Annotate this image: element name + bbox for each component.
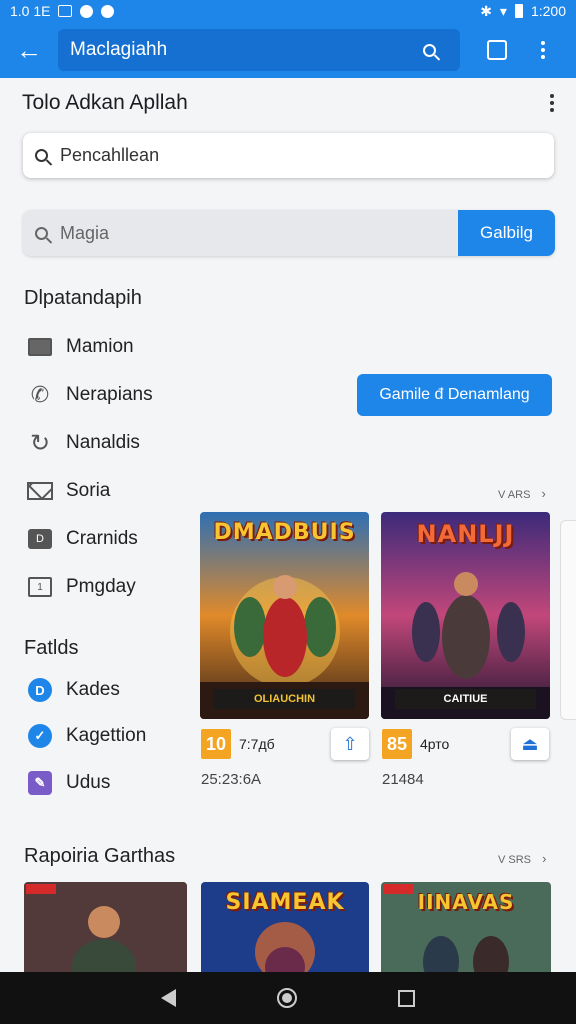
nav-recents-icon[interactable]	[398, 989, 416, 1007]
status-bar: 1.0 1E ✱ ▾ 1:200	[0, 0, 576, 22]
phone-icon: ✆	[30, 382, 50, 407]
category-item-nerapians[interactable]: ✆ Nerapians	[27, 380, 153, 410]
popular-game-art-1	[24, 882, 187, 972]
game-banner-2: CAITIUE	[395, 689, 536, 709]
game-card-1[interactable]: DMADBUIS OLIAUCHIN	[200, 512, 369, 719]
next-card-peek[interactable]	[560, 520, 576, 720]
app-bar: ← Maclagiahh	[0, 22, 576, 78]
category-label: Nerapians	[66, 384, 153, 405]
page-more-icon[interactable]	[550, 94, 554, 112]
appbar-search-input[interactable]: Maclagiahh	[58, 29, 460, 71]
bluetooth-icon: ✱	[480, 2, 492, 19]
category-item-crarnids[interactable]: D Crarnids	[27, 524, 138, 554]
download-icon: ⇧	[342, 733, 358, 754]
status-time: 1:200	[530, 3, 566, 19]
battery-icon	[514, 4, 523, 18]
partner-item-kagettion[interactable]: ✓ Kagettion	[27, 721, 146, 751]
chevron-right-icon: ›	[542, 851, 547, 866]
category-item-pmgday[interactable]: 1 Pmgday	[27, 572, 136, 602]
rating-text: 4рто	[420, 736, 450, 752]
search-icon[interactable]	[423, 43, 436, 57]
page-header: Tolo Adkan Apllah	[22, 88, 554, 118]
partners-heading: Fatlds	[24, 637, 79, 659]
nav-home-icon[interactable]	[276, 988, 297, 1008]
coin-icon: D	[27, 678, 53, 702]
category-item-soria[interactable]: Soria	[27, 476, 110, 506]
popular-game-card-2[interactable]: SIAMEAK	[201, 882, 369, 972]
popular-game-card-3[interactable]: IINAVAS	[381, 882, 551, 972]
featured-more-label: V ARS	[498, 489, 531, 501]
check-icon: ✓	[27, 724, 53, 748]
status-left-text: 1.0 1E	[10, 3, 51, 19]
category-label: Mamion	[66, 336, 134, 357]
popular-more-label: V SRS	[498, 854, 532, 866]
category-label: Pmgday	[66, 576, 136, 597]
rating-badge: 10	[201, 729, 231, 759]
featured-more-link[interactable]: V ARS ›	[498, 486, 546, 501]
edit-icon: ✎	[27, 771, 53, 795]
download-button-2[interactable]: ⏏	[511, 728, 549, 760]
download-button-1[interactable]: ⇧	[331, 728, 369, 760]
search-input-value: Pencahllean	[60, 145, 160, 165]
back-arrow-icon[interactable]: ←	[0, 22, 58, 78]
category-item-nanaldis[interactable]: ↻ Nanaldis	[27, 428, 140, 458]
wifi-icon: ▾	[499, 2, 507, 19]
secondary-search-value: Magia	[60, 222, 110, 243]
notification-icon	[58, 5, 73, 17]
categories-heading: Dlpatandapih	[24, 287, 142, 309]
games-download-button[interactable]: Gamile đ Denamlang	[357, 374, 552, 416]
secondary-search-input[interactable]: Magia Galbilg	[23, 210, 555, 256]
game-title-2: NANLJJ	[416, 520, 515, 548]
screen-icon	[27, 336, 53, 358]
category-label: Soria	[66, 480, 111, 501]
alert-icon	[101, 4, 115, 18]
game-date-2: 21484	[382, 771, 424, 788]
refresh-icon: ↻	[29, 429, 51, 457]
popular-heading: Rapoiria Garthas	[24, 845, 176, 867]
search-icon	[35, 149, 48, 162]
rating-badge: 85	[382, 729, 412, 759]
nav-back-icon[interactable]	[160, 989, 176, 1007]
tab-switcher-icon	[487, 40, 507, 60]
search-input[interactable]: Pencahllean	[23, 133, 554, 178]
category-label: Crarnids	[66, 528, 138, 549]
app-notification-icon	[80, 4, 94, 18]
popular-game-card-1[interactable]	[24, 882, 187, 972]
game-date-1: 25:23:6A	[201, 771, 262, 788]
game-banner-1: OLIAUCHIN	[214, 689, 355, 709]
partner-item-udus[interactable]: ✎ Udus	[27, 768, 110, 798]
folder-icon: D	[27, 528, 53, 550]
overflow-menu-button[interactable]	[520, 22, 566, 78]
category-label: Nanaldis	[66, 432, 140, 453]
appbar-search-value: Maclagiahh	[70, 39, 168, 60]
rating-text: 7:7дб	[239, 736, 275, 752]
popular-game-title-3: IINAVAS	[417, 890, 515, 914]
download-icon: ⏏	[521, 733, 539, 754]
popular-game-title-2: SIAMEAK	[225, 890, 345, 915]
partner-item-kades[interactable]: D Kades	[27, 675, 120, 705]
search-submit-button[interactable]: Galbilg	[458, 210, 555, 256]
chevron-right-icon: ›	[541, 486, 546, 501]
popular-more-link[interactable]: V SRS ›	[498, 851, 546, 866]
page-title: Tolo Adkan Apllah	[22, 91, 188, 114]
game-title-1: DMADBUIS	[213, 520, 356, 545]
search-icon	[35, 226, 48, 240]
more-vert-icon	[541, 41, 545, 59]
partner-label: Kades	[66, 679, 120, 700]
system-nav-bar	[0, 972, 576, 1024]
partner-label: Udus	[66, 772, 111, 793]
category-item-mamion[interactable]: Mamion	[27, 332, 134, 362]
game-rating-1: 10 7:7дб	[201, 728, 275, 760]
calendar-icon: 1	[27, 576, 53, 598]
tabs-button[interactable]	[474, 22, 520, 78]
game-rating-2: 85 4рто	[382, 728, 449, 760]
partner-label: Kagettion	[66, 725, 147, 746]
mail-icon	[27, 480, 53, 502]
game-card-2[interactable]: NANLJJ CAITIUE	[381, 512, 550, 719]
